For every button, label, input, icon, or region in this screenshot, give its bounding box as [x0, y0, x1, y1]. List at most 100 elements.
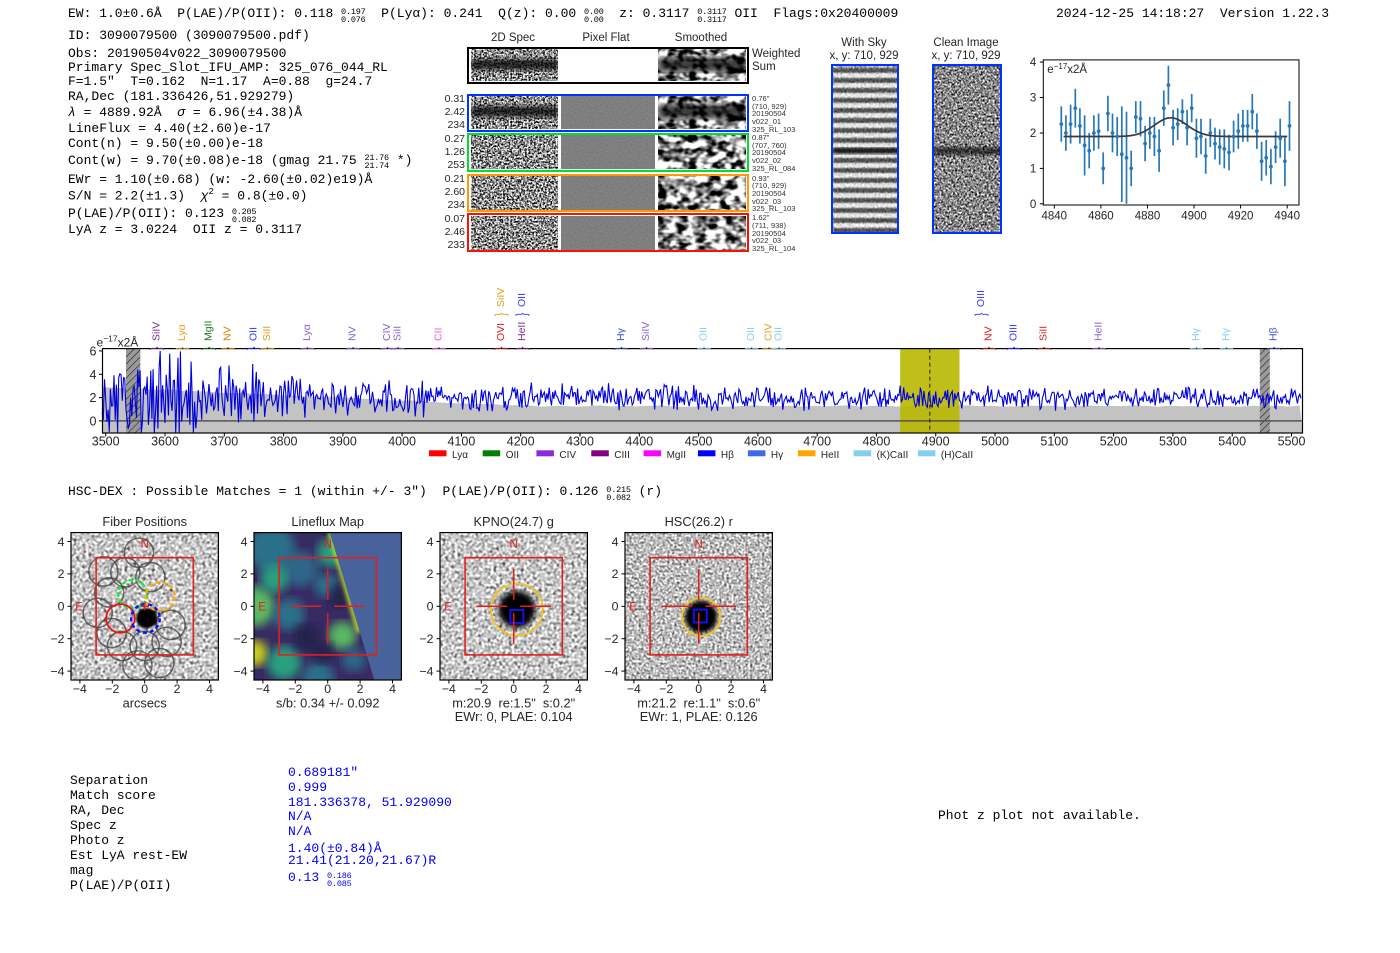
svg-text:0: 0 — [427, 600, 434, 614]
svg-text:EWr: 1, PLAE: 0.126: EWr: 1, PLAE: 0.126 — [640, 709, 758, 724]
svg-text:5000: 5000 — [981, 435, 1009, 449]
svg-text:4: 4 — [612, 535, 619, 549]
svg-text:4880: 4880 — [1135, 211, 1161, 223]
svg-text:N: N — [510, 539, 518, 551]
svg-text:6: 6 — [90, 344, 97, 358]
svg-text:−2: −2 — [105, 682, 119, 696]
svg-text:0: 0 — [141, 682, 148, 696]
svg-text:2: 2 — [543, 682, 550, 696]
svg-text:0: 0 — [1030, 199, 1036, 211]
svg-text:(H)CaII: (H)CaII — [941, 450, 973, 461]
svg-text:4860: 4860 — [1088, 211, 1114, 223]
svg-text:2: 2 — [427, 567, 434, 581]
svg-text:−4: −4 — [256, 682, 270, 696]
svg-text:}: } — [512, 312, 530, 316]
svg-text:2: 2 — [57, 567, 64, 581]
svg-text:2: 2 — [728, 682, 735, 696]
svg-text:E: E — [629, 601, 637, 613]
svg-text:3600: 3600 — [151, 435, 179, 449]
svg-text:EWr: 0, PLAE: 0.104: EWr: 0, PLAE: 0.104 — [455, 709, 573, 724]
svg-text:0: 0 — [90, 414, 97, 428]
svg-text:3500: 3500 — [92, 435, 120, 449]
svg-text:0: 0 — [612, 600, 619, 614]
svg-text:0: 0 — [241, 600, 248, 614]
svg-text:HeII: HeII — [821, 450, 839, 461]
svg-text:−4: −4 — [420, 664, 434, 678]
svg-text:4920: 4920 — [1228, 211, 1254, 223]
svg-text:Hγ: Hγ — [771, 450, 783, 461]
svg-text:4800: 4800 — [862, 435, 890, 449]
svg-text:4600: 4600 — [744, 435, 772, 449]
svg-text:4900: 4900 — [1181, 211, 1207, 223]
svg-text:5200: 5200 — [1100, 435, 1128, 449]
svg-text:2: 2 — [357, 682, 364, 696]
svg-text:N: N — [140, 539, 148, 551]
svg-text:−2: −2 — [659, 682, 673, 696]
svg-text:4000: 4000 — [388, 435, 416, 449]
svg-text:MgII: MgII — [667, 450, 686, 461]
svg-text:0: 0 — [695, 682, 702, 696]
svg-text:s/b: 0.34 +/- 0.092: s/b: 0.34 +/- 0.092 — [276, 696, 380, 711]
svg-text:−4: −4 — [442, 682, 456, 696]
svg-text:0: 0 — [325, 682, 332, 696]
svg-text:N: N — [324, 539, 332, 551]
svg-text:Lineflux Map: Lineflux Map — [292, 514, 365, 529]
svg-text:3700: 3700 — [210, 435, 238, 449]
svg-text:4: 4 — [90, 368, 97, 382]
svg-text:HSC(26.2) r: HSC(26.2) r — [665, 514, 734, 529]
svg-text:4: 4 — [57, 535, 64, 549]
svg-text:SiIV: SiIV — [495, 288, 507, 307]
svg-text:N: N — [695, 539, 703, 551]
svg-text:5500: 5500 — [1278, 435, 1306, 449]
svg-text:−2: −2 — [475, 682, 489, 696]
svg-text:4: 4 — [241, 535, 248, 549]
svg-text:−2: −2 — [420, 632, 434, 646]
svg-text:}: } — [971, 312, 989, 316]
svg-text:4940: 4940 — [1274, 211, 1300, 223]
svg-text:1: 1 — [1030, 163, 1036, 175]
svg-text:−2: −2 — [289, 682, 303, 696]
svg-text:−4: −4 — [234, 664, 248, 678]
svg-text:−2: −2 — [605, 632, 619, 646]
svg-text:4100: 4100 — [447, 435, 475, 449]
svg-text:4400: 4400 — [625, 435, 653, 449]
svg-text:0: 0 — [511, 682, 518, 696]
svg-text:CIV: CIV — [559, 450, 576, 461]
svg-text:4: 4 — [760, 682, 767, 696]
svg-text:2: 2 — [90, 391, 97, 405]
svg-text:OIII: OIII — [975, 290, 987, 307]
svg-text:Hβ: Hβ — [721, 450, 734, 461]
svg-text:OII: OII — [506, 450, 519, 461]
svg-text:2: 2 — [173, 682, 180, 696]
svg-text:E: E — [259, 601, 267, 613]
svg-text:3: 3 — [1030, 93, 1036, 105]
svg-text:e−17x2Å: e−17x2Å — [97, 334, 139, 350]
svg-text:5300: 5300 — [1159, 435, 1187, 449]
svg-text:E: E — [75, 601, 83, 613]
svg-text:(K)CaII: (K)CaII — [877, 450, 909, 461]
svg-text:0: 0 — [57, 600, 64, 614]
svg-text:4: 4 — [427, 535, 434, 549]
svg-text:4: 4 — [1030, 57, 1037, 69]
svg-text:−4: −4 — [73, 682, 87, 696]
svg-text:KPNO(24.7) g: KPNO(24.7) g — [474, 514, 554, 529]
svg-text:2: 2 — [1030, 128, 1036, 140]
svg-text:3800: 3800 — [270, 435, 298, 449]
svg-text:−2: −2 — [50, 632, 64, 646]
svg-text:4: 4 — [575, 682, 582, 696]
svg-text:E: E — [445, 601, 453, 613]
svg-text:Fiber Positions: Fiber Positions — [102, 514, 187, 529]
svg-text:−4: −4 — [50, 664, 64, 678]
svg-text:4500: 4500 — [685, 435, 713, 449]
svg-text:e−17x2Å: e−17x2Å — [1047, 61, 1087, 76]
svg-text:2: 2 — [241, 567, 248, 581]
svg-text:CIII: CIII — [614, 450, 630, 461]
svg-text:}: } — [491, 312, 509, 316]
svg-text:4840: 4840 — [1042, 211, 1068, 223]
svg-text:5100: 5100 — [1040, 435, 1068, 449]
svg-text:3900: 3900 — [329, 435, 357, 449]
svg-text:4900: 4900 — [922, 435, 950, 449]
svg-text:−4: −4 — [627, 682, 641, 696]
svg-text:OII: OII — [516, 293, 528, 307]
svg-text:4300: 4300 — [566, 435, 594, 449]
